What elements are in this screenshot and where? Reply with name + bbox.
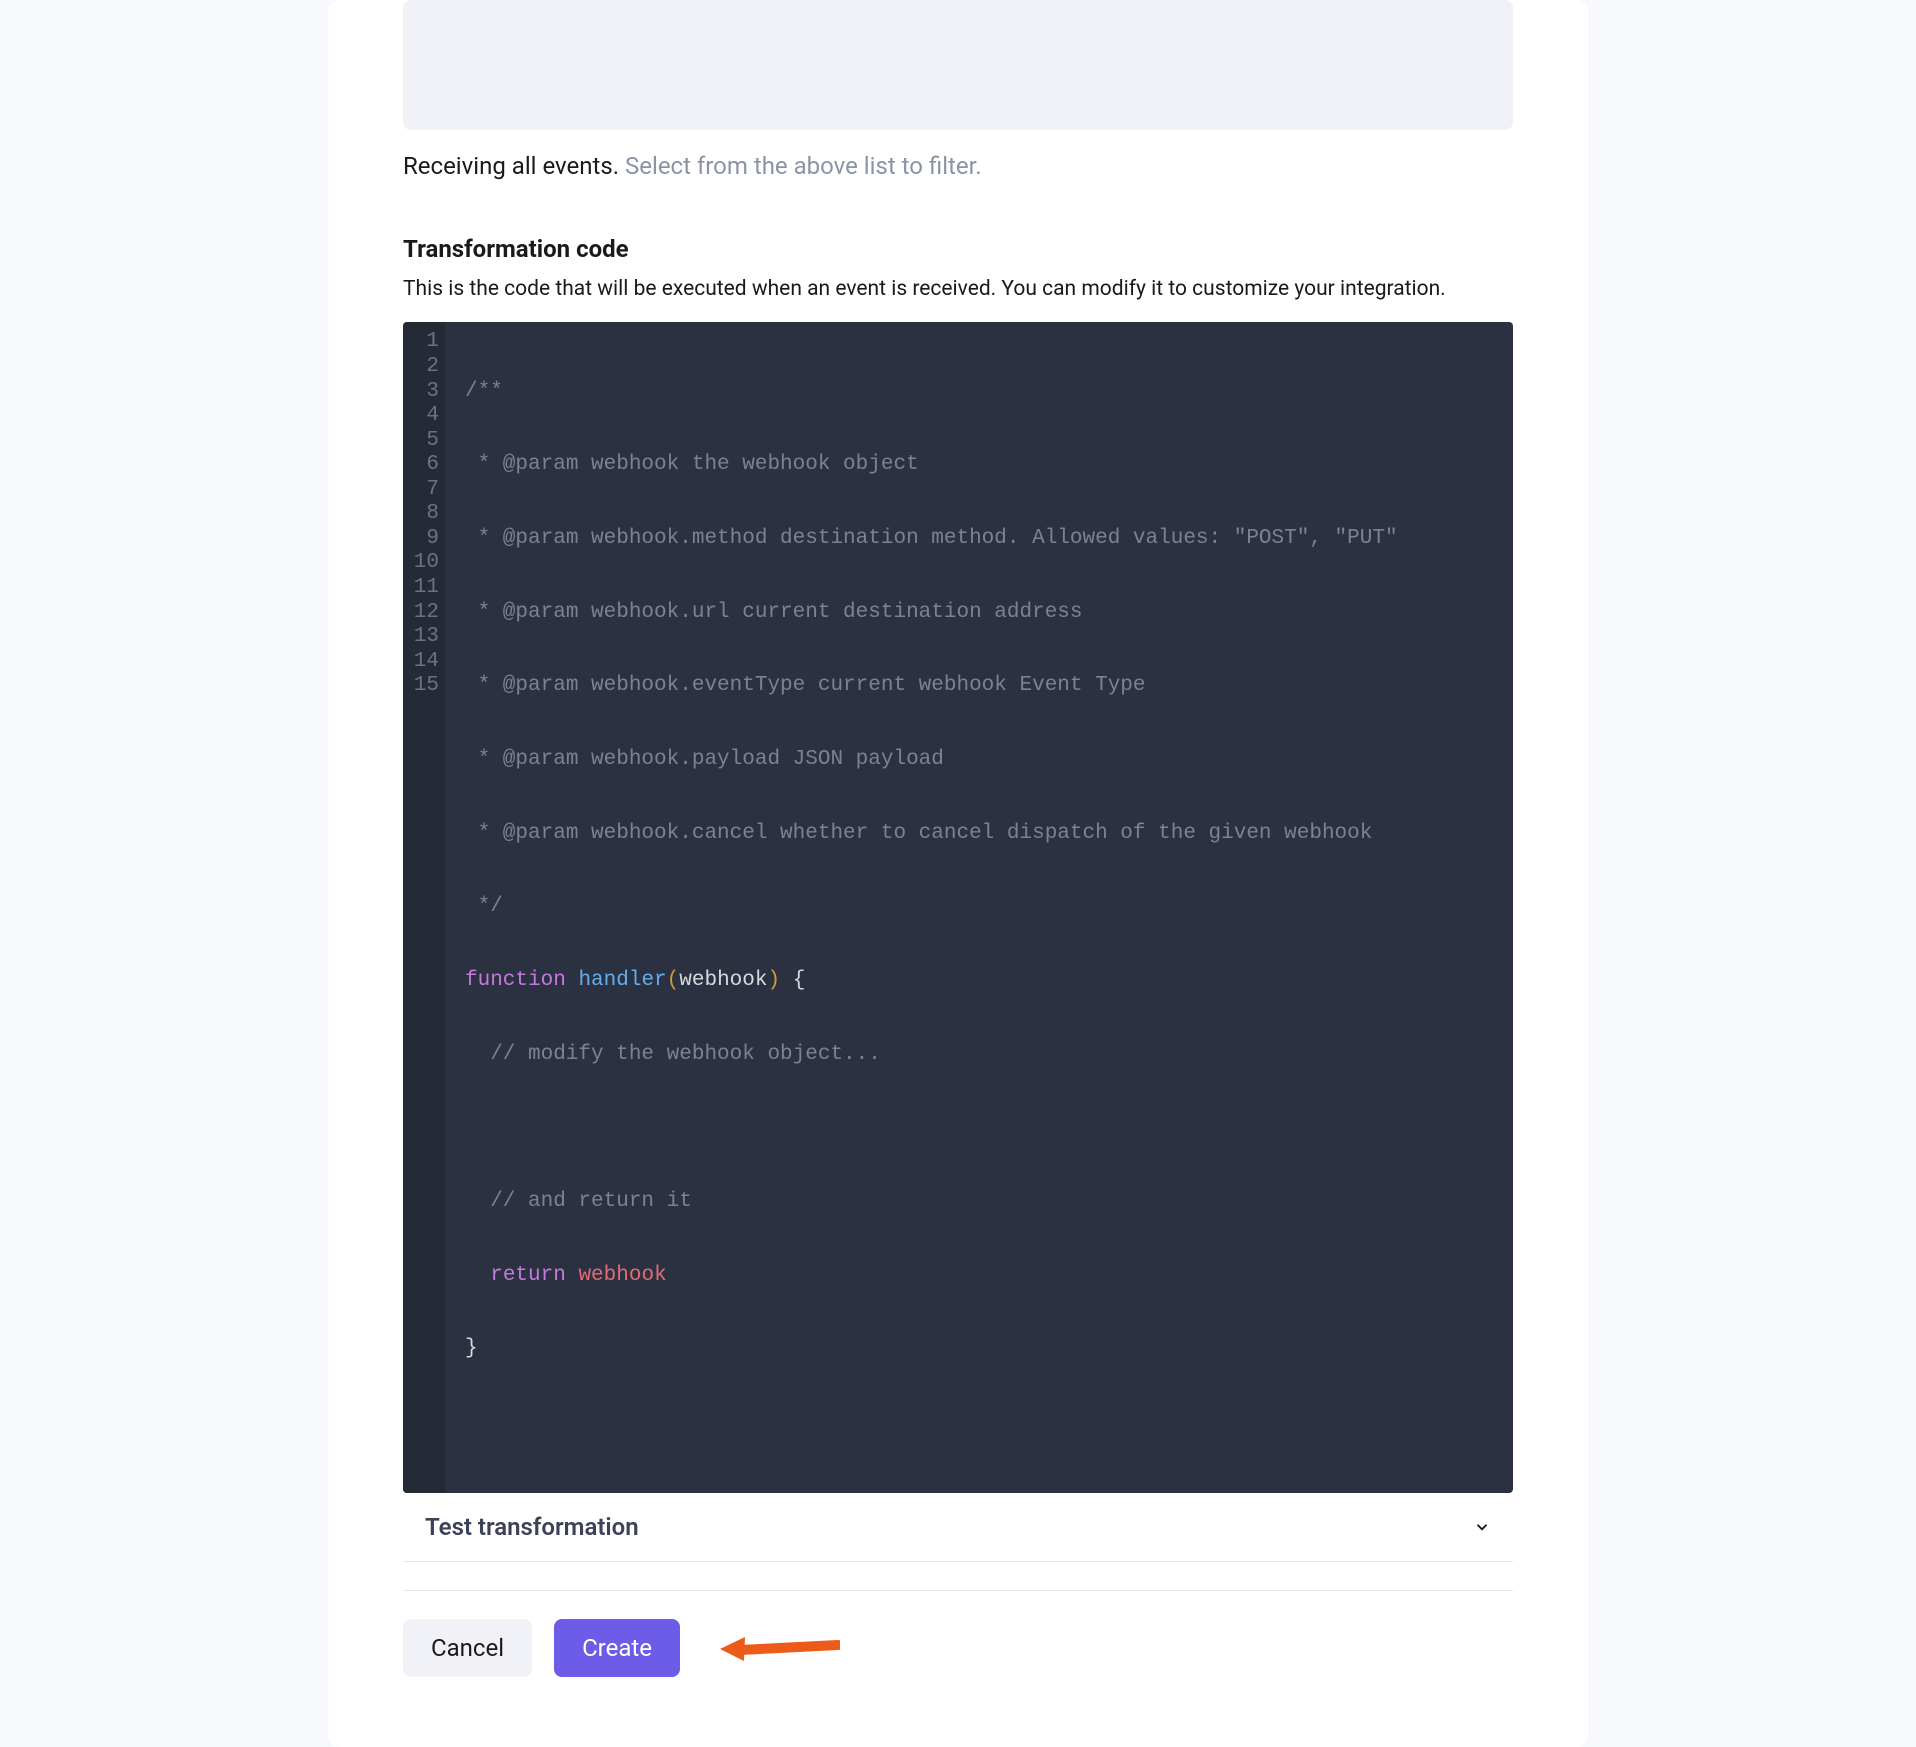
arrow-annotation-icon: [720, 1633, 840, 1663]
line-number: 4: [413, 404, 439, 429]
code-text: * @param webhook.method destination meth…: [465, 527, 1398, 550]
button-row: Cancel Create: [403, 1619, 1513, 1677]
events-filter-box[interactable]: [403, 0, 1513, 130]
code-keyword: return: [490, 1264, 566, 1287]
code-var: webhook: [578, 1264, 666, 1287]
content-wrap: Receiving all events. Select from the ab…: [328, 0, 1588, 1747]
line-number: 11: [413, 576, 439, 601]
line-number: 2: [413, 355, 439, 380]
code-text: /**: [465, 380, 503, 403]
events-status-prefix: Receiving all events.: [403, 152, 619, 180]
line-number: 7: [413, 478, 439, 503]
create-button[interactable]: Create: [554, 1619, 680, 1677]
line-number: 8: [413, 502, 439, 527]
code-text: * @param webhook.cancel whether to cance…: [465, 822, 1372, 845]
transformation-description: This is the code that will be executed w…: [403, 275, 1513, 304]
chevron-down-icon: [1473, 1518, 1491, 1536]
events-status-hint: Select from the above list to filter.: [625, 152, 982, 180]
line-number: 6: [413, 453, 439, 478]
transformation-heading: Transformation code: [403, 235, 1513, 263]
line-number: 14: [413, 650, 439, 675]
code-text: * @param webhook the webhook object: [465, 453, 919, 476]
code-text: // modify the webhook object...: [465, 1043, 881, 1066]
code-param: webhook: [679, 969, 767, 992]
code-content[interactable]: /** * @param webhook the webhook object …: [445, 322, 1513, 1492]
line-number: 10: [413, 551, 439, 576]
button-divider: Cancel Create: [403, 1590, 1513, 1677]
test-transformation-expander[interactable]: Test transformation: [403, 1493, 1513, 1562]
code-text: * @param webhook.eventType current webho…: [465, 674, 1146, 697]
line-number: 3: [413, 380, 439, 405]
code-text: */: [465, 895, 503, 918]
code-text: }: [465, 1337, 478, 1360]
code-text: // and return it: [465, 1190, 692, 1213]
code-text: * @param webhook.payload JSON payload: [465, 748, 944, 771]
page-card: Receiving all events. Select from the ab…: [328, 0, 1588, 1747]
code-text: * @param webhook.url current destination…: [465, 601, 1083, 624]
code-funcname: handler: [578, 969, 666, 992]
line-number: 1: [413, 330, 439, 355]
events-status-text: Receiving all events. Select from the ab…: [403, 152, 1513, 180]
line-number: 15: [413, 674, 439, 699]
line-number: 12: [413, 601, 439, 626]
expander-title: Test transformation: [425, 1513, 639, 1541]
cancel-button[interactable]: Cancel: [403, 1619, 532, 1677]
code-keyword: function: [465, 969, 566, 992]
code-editor[interactable]: 1 2 3 4 5 6 7 8 9 10 11 12 13 14 15 /** …: [403, 322, 1513, 1492]
line-number: 5: [413, 429, 439, 454]
code-gutter: 1 2 3 4 5 6 7 8 9 10 11 12 13 14 15: [403, 322, 445, 1492]
line-number: 9: [413, 527, 439, 552]
line-number: 13: [413, 625, 439, 650]
